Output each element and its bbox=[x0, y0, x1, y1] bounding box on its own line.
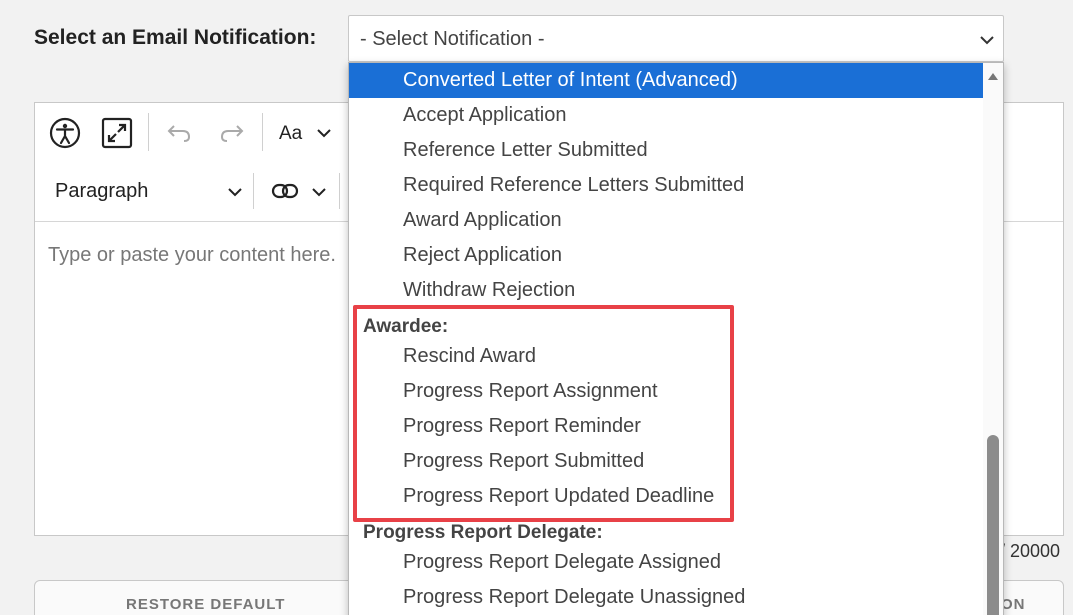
dropdown-scrollbar[interactable] bbox=[983, 63, 1003, 615]
list-item[interactable]: Award Application bbox=[349, 203, 983, 238]
scroll-up-arrow-icon[interactable] bbox=[987, 71, 999, 81]
link-icon[interactable] bbox=[270, 179, 300, 203]
character-counter: / 20000 bbox=[1000, 541, 1061, 561]
list-item[interactable]: Accept Application bbox=[349, 98, 983, 133]
chevron-down-icon bbox=[980, 36, 994, 45]
chevron-down-icon[interactable] bbox=[315, 124, 333, 142]
list-item[interactable]: Progress Report Delegate Unassigned bbox=[349, 580, 983, 615]
right-action-label: ON bbox=[1001, 596, 1026, 613]
restore-default-button[interactable]: RESTORE DEFAULT bbox=[34, 580, 379, 615]
list-item[interactable]: Reject Application bbox=[349, 238, 983, 273]
list-item[interactable]: Required Reference Letters Submitted bbox=[349, 168, 983, 203]
fullscreen-icon[interactable] bbox=[99, 115, 135, 151]
list-item[interactable]: Progress Report Delegate Assigned bbox=[349, 545, 983, 580]
accessibility-icon[interactable] bbox=[47, 115, 83, 151]
chevron-down-icon[interactable] bbox=[226, 183, 244, 201]
redo-icon[interactable] bbox=[215, 117, 249, 149]
select-value: - Select Notification - bbox=[360, 28, 545, 50]
email-notification-label: Select an Email Notification: bbox=[34, 26, 317, 49]
editor-placeholder[interactable]: Type or paste your content here. bbox=[48, 244, 336, 267]
restore-default-label: RESTORE DEFAULT bbox=[126, 596, 286, 613]
notification-select[interactable]: - Select Notification - bbox=[348, 15, 1004, 62]
font-size-button[interactable]: Aa bbox=[279, 123, 302, 145]
group-heading-delegate: Progress Report Delegate: bbox=[363, 522, 603, 543]
list-item[interactable]: Reference Letter Submitted bbox=[349, 133, 983, 168]
scrollbar-thumb[interactable] bbox=[987, 435, 999, 615]
undo-icon[interactable] bbox=[162, 117, 196, 149]
chevron-down-icon[interactable] bbox=[310, 183, 328, 201]
option-selected[interactable]: Converted Letter of Intent (Advanced) bbox=[349, 63, 983, 98]
highlight-box bbox=[353, 305, 734, 522]
list-item[interactable]: Withdraw Rejection bbox=[349, 273, 983, 308]
block-format-dropdown[interactable]: Paragraph bbox=[55, 180, 148, 203]
